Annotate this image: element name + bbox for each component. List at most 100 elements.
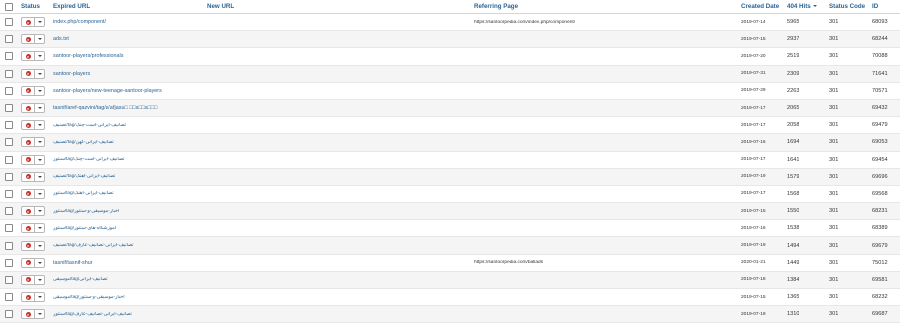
- expired-url-link[interactable]: تصنیف/tag/تصانیف-ایرانی-آهنگ: [53, 174, 203, 179]
- row-checkbox-cell: [5, 172, 15, 181]
- row-checkbox-cell: [5, 224, 15, 233]
- status-dropdown-button[interactable]: [35, 52, 44, 60]
- status-cell: ×: [21, 257, 45, 268]
- status-dropdown-button[interactable]: [35, 224, 44, 232]
- status-dropdown-button[interactable]: [35, 207, 44, 215]
- select-all-checkbox[interactable]: [5, 2, 13, 11]
- status-toggle-button[interactable]: ×: [22, 275, 35, 284]
- expired-url-link[interactable]: سنتور/tag/آموزشگاه-های-سنتور: [53, 226, 203, 231]
- status-dropdown-button[interactable]: [35, 242, 44, 250]
- header-referring-page[interactable]: Referring Page: [474, 3, 724, 10]
- status-button-group: ×: [21, 223, 45, 234]
- status-dropdown-button[interactable]: [35, 259, 44, 267]
- status-dropdown-button[interactable]: [35, 138, 44, 146]
- unpublished-x-icon: ×: [25, 71, 31, 77]
- header-status[interactable]: Status: [21, 3, 40, 10]
- status-toggle-button[interactable]: ×: [22, 69, 35, 78]
- status-code: 301: [829, 294, 839, 301]
- status-toggle-button[interactable]: ×: [22, 189, 35, 198]
- status-toggle-button[interactable]: ×: [22, 155, 35, 164]
- header-created-date[interactable]: Created Date: [741, 3, 779, 10]
- status-toggle-button[interactable]: ×: [22, 121, 35, 130]
- status-dropdown-button[interactable]: [35, 18, 44, 26]
- row-checkbox[interactable]: [5, 86, 13, 95]
- status-dropdown-button[interactable]: [35, 310, 44, 318]
- row-checkbox[interactable]: [5, 224, 13, 233]
- row-checkbox[interactable]: [5, 241, 13, 250]
- header-expired-url[interactable]: Expired URL: [53, 3, 203, 10]
- expired-url-link[interactable]: سنتور/tag/تصانیف-ایرانی-آهنگ: [53, 191, 203, 196]
- caret-down-icon: [37, 210, 42, 213]
- expired-url-link[interactable]: tasnif/aref-qazvini/tag/a'ařjasu□ □□s□□s…: [53, 105, 203, 111]
- row-checkbox[interactable]: [5, 310, 13, 319]
- row-checkbox[interactable]: [5, 207, 13, 216]
- hits-count: 1365: [787, 294, 800, 301]
- row-checkbox[interactable]: [5, 121, 13, 130]
- status-toggle-button[interactable]: ×: [22, 258, 35, 267]
- status-toggle-button[interactable]: ×: [22, 241, 35, 250]
- caret-down-icon: [37, 124, 42, 127]
- row-checkbox[interactable]: [5, 155, 13, 164]
- status-button-group: ×: [21, 171, 45, 182]
- row-checkbox[interactable]: [5, 35, 13, 44]
- status-dropdown-button[interactable]: [35, 156, 44, 164]
- expired-url-link[interactable]: ads.txt: [53, 36, 203, 42]
- status-dropdown-button[interactable]: [35, 35, 44, 43]
- expired-url-link[interactable]: santoor-players/new-teenage-santoor-play…: [53, 88, 203, 94]
- header-new-url[interactable]: New URL: [207, 3, 234, 10]
- header-id[interactable]: ID: [872, 3, 878, 10]
- expired-url-link[interactable]: سنتور/tag/تصانیف-ایرانی-است-چنگ: [53, 157, 203, 162]
- row-checkbox[interactable]: [5, 172, 13, 181]
- row-id: 70088: [872, 53, 888, 60]
- caret-down-icon: [37, 38, 42, 41]
- status-toggle-button[interactable]: ×: [22, 138, 35, 147]
- row-id: 68093: [872, 19, 888, 26]
- status-dropdown-button[interactable]: [35, 293, 44, 301]
- status-toggle-button[interactable]: ×: [22, 293, 35, 302]
- expired-url-link[interactable]: سنتور/tag/تصانیف-ایرانی-تصانیف-عارف: [53, 312, 203, 317]
- expired-url-link[interactable]: tasnif/tasnif-shur: [53, 260, 203, 266]
- expired-url-link[interactable]: تصنیف/tag/تصانیف-ایرانی-است-چنگ: [53, 123, 203, 128]
- row-checkbox[interactable]: [5, 258, 13, 267]
- row-checkbox[interactable]: [5, 275, 13, 284]
- expired-url-link[interactable]: تصنیف/tag/تصانیف-ایرانی-کهن: [53, 140, 203, 145]
- status-toggle-button[interactable]: ×: [22, 104, 35, 113]
- expired-url-link[interactable]: موسیقی/tag/اخبار-موسیقی-و-سنتور: [53, 295, 203, 300]
- row-checkbox[interactable]: [5, 293, 13, 302]
- status-dropdown-button[interactable]: [35, 173, 44, 181]
- status-dropdown-button[interactable]: [35, 104, 44, 112]
- expired-url-link[interactable]: سنتور/tag/اخبار-موسیقی-و-سنتور: [53, 209, 203, 214]
- status-toggle-button[interactable]: ×: [22, 310, 35, 319]
- caret-down-icon: [37, 107, 42, 110]
- unpublished-x-icon: ×: [25, 105, 31, 111]
- status-toggle-button[interactable]: ×: [22, 35, 35, 44]
- status-toggle-button[interactable]: ×: [22, 172, 35, 181]
- status-button-group: ×: [21, 240, 45, 251]
- row-checkbox-cell: [5, 275, 15, 284]
- status-toggle-button[interactable]: ×: [22, 224, 35, 233]
- expired-url-link[interactable]: موسیقی/tag/تصانیف-ایرانی: [53, 277, 203, 282]
- expired-url-link[interactable]: santoor-players/professionals: [53, 53, 203, 59]
- status-dropdown-button[interactable]: [35, 276, 44, 284]
- expired-url-link[interactable]: index.php/component/: [53, 19, 203, 25]
- status-dropdown-button[interactable]: [35, 87, 44, 95]
- header-hits[interactable]: 404 Hits: [787, 3, 817, 10]
- row-checkbox[interactable]: [5, 52, 13, 61]
- status-dropdown-button[interactable]: [35, 190, 44, 198]
- created-date: 2019-07-19: [741, 311, 766, 317]
- status-dropdown-button[interactable]: [35, 121, 44, 129]
- row-checkbox[interactable]: [5, 104, 13, 113]
- row-checkbox[interactable]: [5, 189, 13, 198]
- status-toggle-button[interactable]: ×: [22, 207, 35, 216]
- status-toggle-button[interactable]: ×: [22, 52, 35, 61]
- status-toggle-button[interactable]: ×: [22, 86, 35, 95]
- status-toggle-button[interactable]: ×: [22, 18, 35, 27]
- unpublished-x-icon: ×: [25, 191, 31, 197]
- row-checkbox[interactable]: [5, 18, 13, 27]
- status-dropdown-button[interactable]: [35, 70, 44, 78]
- header-status-code[interactable]: Status Code: [829, 3, 865, 10]
- row-checkbox[interactable]: [5, 69, 13, 78]
- row-checkbox[interactable]: [5, 138, 13, 147]
- expired-url-link[interactable]: santoor-players: [53, 71, 203, 77]
- expired-url-link[interactable]: تصنیف/tag/تصانیف-ایرانی-تصانیف-عارف: [53, 243, 203, 248]
